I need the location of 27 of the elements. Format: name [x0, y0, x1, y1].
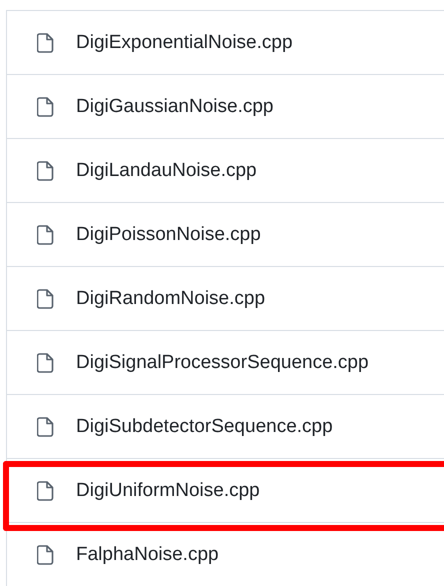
file-row[interactable]: DigiLandauNoise.cpp [7, 139, 444, 203]
file-row[interactable]: DigiSubdetectorSequence.cpp [7, 395, 444, 459]
file-row[interactable]: DigiRandomNoise.cpp [7, 267, 444, 331]
file-icon [37, 480, 54, 500]
file-icon [37, 96, 54, 116]
file-name[interactable]: DigiLandauNoise.cpp [76, 160, 257, 182]
file-icon [37, 352, 54, 372]
file-name[interactable]: DigiPoissonNoise.cpp [76, 224, 261, 246]
file-name[interactable]: DigiUniformNoise.cpp [76, 480, 260, 502]
file-name[interactable]: DigiRandomNoise.cpp [76, 288, 266, 310]
file-row[interactable]: DigiUniformNoise.cpp [7, 459, 444, 523]
file-icon [37, 32, 54, 52]
file-name[interactable]: DigiSignalProcessorSequence.cpp [76, 352, 369, 374]
file-icon [37, 416, 54, 436]
file-row[interactable]: DigiGaussianNoise.cpp [7, 75, 444, 139]
file-name[interactable]: DigiExponentialNoise.cpp [76, 32, 293, 54]
file-icon [37, 160, 54, 180]
file-icon [37, 224, 54, 244]
file-row[interactable]: FalphaNoise.cpp [7, 523, 444, 586]
file-icon [37, 288, 54, 308]
file-row[interactable]: DigiPoissonNoise.cpp [7, 203, 444, 267]
file-icon [37, 544, 54, 564]
file-name[interactable]: DigiGaussianNoise.cpp [76, 96, 274, 118]
file-row[interactable]: DigiExponentialNoise.cpp [7, 11, 444, 75]
file-name[interactable]: DigiSubdetectorSequence.cpp [76, 416, 333, 438]
file-row[interactable]: DigiSignalProcessorSequence.cpp [7, 331, 444, 395]
file-name[interactable]: FalphaNoise.cpp [76, 544, 219, 566]
